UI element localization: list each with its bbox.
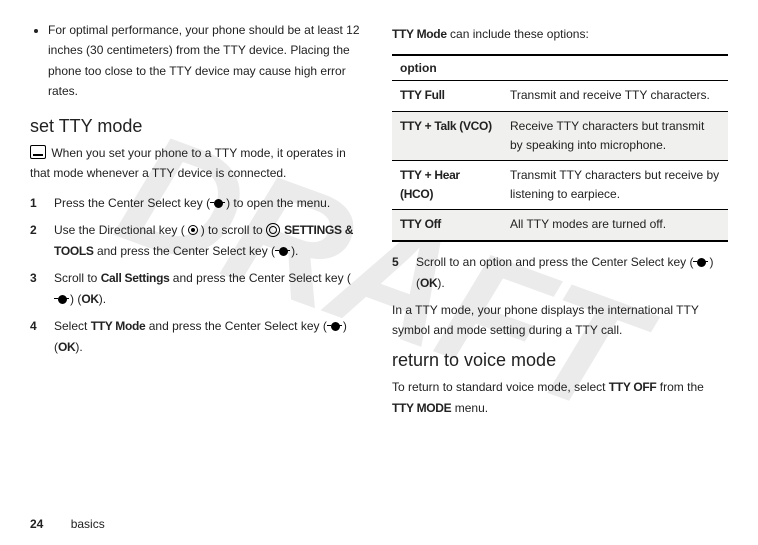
- bullet-item: For optimal performance, your phone shou…: [48, 20, 366, 102]
- tty-mode-note: In a TTY mode, your phone displays the i…: [392, 300, 728, 341]
- intro-paragraph: When you set your phone to a TTY mode, i…: [30, 143, 366, 184]
- step-5-text: Scroll to an option and press the Center…: [416, 252, 728, 294]
- table-row: TTY Off All TTY modes are turned off.: [392, 210, 728, 241]
- step-number: 2: [30, 220, 42, 262]
- footer: 24 basics: [30, 517, 105, 531]
- center-key-icon: [693, 257, 709, 267]
- intro-text: When you set your phone to a TTY mode, i…: [30, 146, 346, 180]
- step-number: 5: [392, 252, 404, 294]
- table-header: option: [392, 55, 728, 81]
- center-key-icon: [54, 294, 70, 304]
- gear-icon: [266, 223, 280, 237]
- options-table: option TTY Full Transmit and receive TTY…: [392, 54, 728, 241]
- step-4-text: Select TTY Mode and press the Center Sel…: [54, 316, 366, 358]
- table-row: TTY + Hear (HCO) Transmit TTY characters…: [392, 160, 728, 209]
- step-2-text: Use the Directional key () to scroll to …: [54, 220, 366, 262]
- return-voice-paragraph: To return to standard voice mode, select…: [392, 377, 728, 418]
- right-column: TTY Mode can include these options: opti…: [392, 20, 728, 428]
- center-key-icon: [210, 198, 226, 208]
- center-key-icon: [327, 321, 343, 331]
- table-row: TTY + Talk (VCO) Receive TTY characters …: [392, 111, 728, 160]
- tty-mode-lead: TTY Mode can include these options:: [392, 24, 728, 44]
- heading-set-tty-mode: set TTY mode: [30, 116, 366, 137]
- heading-return-voice: return to voice mode: [392, 350, 728, 371]
- table-row: TTY Full Transmit and receive TTY charac…: [392, 81, 728, 111]
- center-key-icon: [275, 246, 291, 256]
- step-number: 1: [30, 193, 42, 214]
- step-3-text: Scroll to Call Settings and press the Ce…: [54, 268, 366, 310]
- phone-icon: [30, 145, 46, 159]
- page-number: 24: [30, 517, 43, 531]
- section-name: basics: [71, 517, 105, 531]
- step-number: 4: [30, 316, 42, 358]
- step-number: 3: [30, 268, 42, 310]
- left-column: For optimal performance, your phone shou…: [30, 20, 366, 428]
- step-1-text: Press the Center Select key () to open t…: [54, 193, 366, 214]
- directional-key-icon: [185, 225, 201, 235]
